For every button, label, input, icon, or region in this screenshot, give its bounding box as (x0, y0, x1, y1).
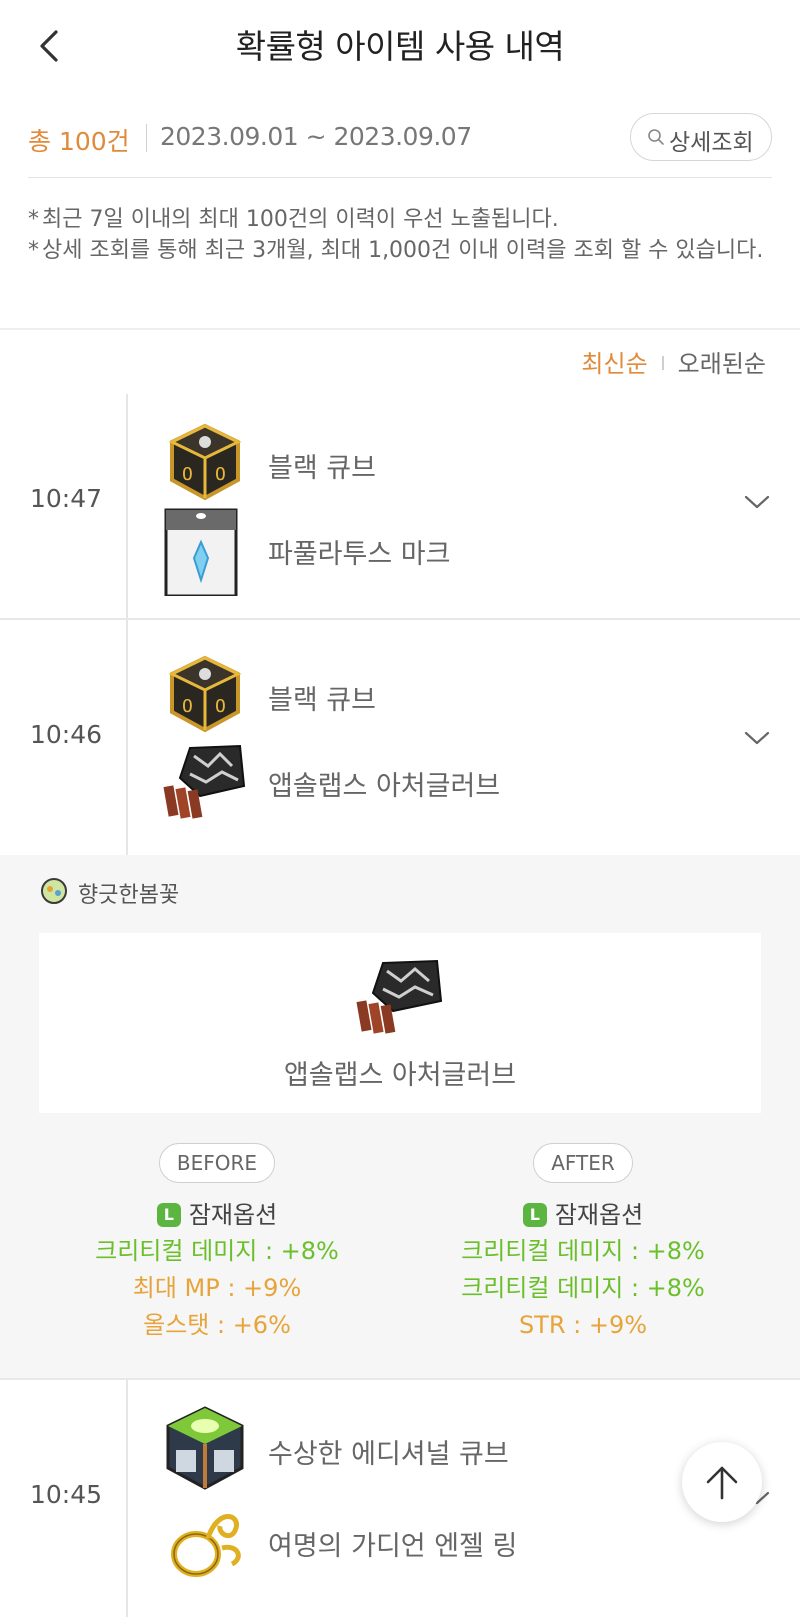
before-label: BEFORE (158, 1143, 276, 1183)
chevron-down-icon[interactable] (742, 492, 772, 512)
history-row[interactable]: 10:46 O O 블랙 큐브 앱솔랩스 아처글러브 (0, 620, 800, 855)
used-item-name: 수상한 에디셔널 큐브 (268, 1439, 509, 1470)
notice-text: 상세 조회를 통해 최근 3개월, 최대 1,000건 이내 이력을 조회 할 … (42, 238, 764, 263)
ring-icon (171, 1514, 241, 1577)
option-line: 크리티컬 데미지 : +8% (461, 1237, 705, 1265)
svg-text:O: O (182, 464, 193, 485)
additional-cube-icon (166, 1406, 244, 1490)
arrow-up-icon (706, 1466, 738, 1500)
detail-search-label: 상세조회 (669, 130, 754, 156)
scroll-top-button[interactable] (682, 1442, 762, 1522)
detail-search-button[interactable]: 상세조회 (630, 113, 772, 161)
target-item-name: 앱솔랩스 아처글러브 (268, 771, 501, 802)
option-line: STR : +9% (518, 1311, 648, 1339)
target-item-name: 여명의 가디언 엔젤 링 (268, 1531, 518, 1562)
notice-text: 최근 7일 이내의 최대 100건의 이력이 우선 노출됩니다. (42, 207, 559, 232)
potential-label: 잠재옵션 (554, 1201, 644, 1229)
glove-icon (163, 744, 246, 819)
item-card: 앱솔랩스 아처글러브 (39, 933, 761, 1113)
divider (661, 356, 664, 370)
row-time: 10:46 (30, 720, 103, 749)
svg-text:O: O (215, 696, 226, 717)
page-title: 확률형 아이템 사용 내역 (235, 27, 565, 66)
sort-newest[interactable]: 최신순 (581, 350, 647, 378)
before-column: BEFORE L 잠재옵션 크리티컬 데미지 : +8% 최대 MP : +9% … (37, 1143, 397, 1344)
summary-bar: 총 100건 2023.09.01 ~ 2023.09.07 상세조회 (28, 110, 772, 178)
svg-text:O: O (182, 696, 193, 717)
divider (146, 124, 147, 152)
notice-list: * 최근 7일 이내의 최대 100건의 이력이 우선 노출됩니다. * 상세 조회… (28, 204, 772, 266)
sort-oldest[interactable]: 오래된순 (678, 350, 766, 378)
chevron-down-icon[interactable] (742, 728, 772, 748)
option-line: 크리티컬 데미지 : +8% (461, 1274, 705, 1302)
header: 확률형 아이템 사용 내역 (0, 0, 800, 92)
used-item-name: 블랙 큐브 (268, 685, 376, 716)
history-row[interactable]: 10:47 O O 블랙 큐브 파풀라투스 마크 (0, 394, 800, 618)
option-line: 최대 MP : +9% (132, 1274, 302, 1302)
sort-toggle: 최신순 오래된순 (581, 344, 766, 380)
option-line: 크리티컬 데미지 : +8% (95, 1237, 339, 1265)
mark-emblem-icon (164, 508, 238, 596)
item-name: 앱솔랩스 아처글러브 (283, 1060, 517, 1091)
row-time: 10:45 (30, 1480, 103, 1509)
timeline-line (126, 620, 128, 855)
row-time: 10:47 (30, 484, 103, 513)
notice-item: * 최근 7일 이내의 최대 100건의 이력이 우선 노출됩니다. (28, 207, 559, 232)
used-item-name: 블랙 큐브 (268, 453, 376, 484)
potential-label: 잠재옵션 (188, 1201, 278, 1229)
option-line: 올스탯 : +6% (143, 1311, 291, 1339)
target-item-name: 파풀라투스 마크 (268, 539, 451, 570)
total-count: 총 100건 (28, 127, 130, 156)
section-divider (0, 328, 800, 330)
timeline-line (126, 394, 128, 618)
notice-item: * 상세 조회를 통해 최근 3개월, 최대 1,000건 이내 이력을 조회 할… (28, 238, 764, 263)
potential-title: L 잠재옵션 (37, 1197, 397, 1233)
svg-text:O: O (215, 464, 226, 485)
black-cube-icon: O O (168, 655, 242, 733)
after-label: AFTER (533, 1143, 633, 1183)
character-avatar-icon (41, 878, 67, 904)
potential-title: L 잠재옵션 (403, 1197, 763, 1233)
timeline-line (126, 1380, 128, 1617)
legendary-badge-icon: L (522, 1203, 547, 1227)
legendary-badge-icon: L (156, 1203, 181, 1227)
character-name: 향긋한봄꽃 (78, 883, 180, 908)
detail-panel: 향긋한봄꽃 앱솔랩스 아처글러브 BEFORE L 잠재옵션 크리티컬 데미지 :… (0, 855, 800, 1378)
search-icon (648, 129, 664, 145)
date-range: 2023.09.01 ~ 2023.09.07 (160, 122, 472, 151)
glove-icon (356, 959, 443, 1034)
black-cube-icon: O O (168, 423, 242, 501)
after-column: AFTER L 잠재옵션 크리티컬 데미지 : +8% 크리티컬 데미지 : +8… (403, 1143, 763, 1344)
history-row[interactable]: 10:45 수상한 에디셔널 큐브 여명의 가디언 엔젤 링 (0, 1380, 800, 1617)
